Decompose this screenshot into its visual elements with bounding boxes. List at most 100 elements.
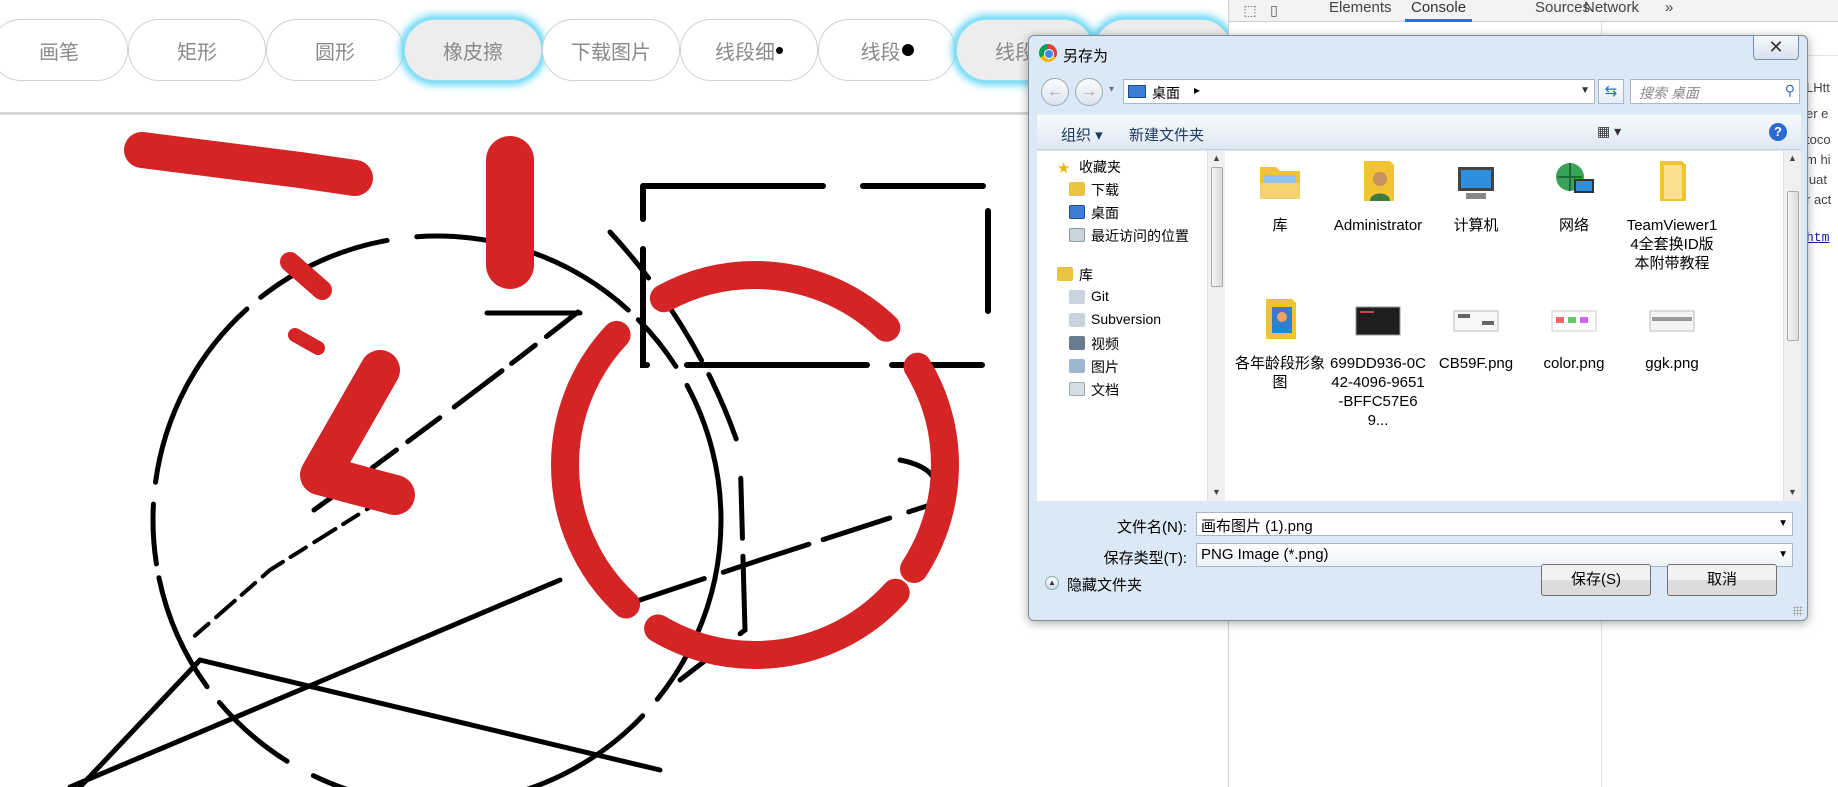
red-circle-stroke bbox=[551, 261, 959, 669]
console-fragment-1: LHtt bbox=[1806, 80, 1830, 95]
cancel-button[interactable]: 取消 bbox=[1667, 564, 1777, 596]
console-fragment-3: toco bbox=[1806, 132, 1831, 147]
tab-sources-label: Sources bbox=[1535, 0, 1591, 16]
filename-dropdown-icon[interactable]: ▼ bbox=[1778, 518, 1788, 529]
file-item-network[interactable]: 网络 bbox=[1525, 157, 1623, 235]
file-item-ggk[interactable]: ggk.png bbox=[1623, 295, 1721, 373]
navigation-scrollbar[interactable]: ▲ ▼ bbox=[1207, 151, 1225, 501]
save-button[interactable]: 保存(S) bbox=[1541, 564, 1651, 596]
file-list-scrollbar[interactable]: ▲ ▼ bbox=[1783, 151, 1801, 501]
video-icon bbox=[1069, 336, 1085, 350]
device-toolbar-icon[interactable]: ▯ bbox=[1265, 2, 1283, 18]
nav-recent-places[interactable]: 最近访问的位置 bbox=[1069, 226, 1189, 246]
address-dropdown-icon[interactable]: ▼ bbox=[1580, 85, 1590, 96]
network-icon bbox=[1556, 163, 1594, 193]
file-item-library[interactable]: 库 bbox=[1231, 157, 1329, 235]
scroll-up-icon[interactable]: ▲ bbox=[1788, 153, 1797, 163]
view-options-icon[interactable]: ▦ ▾ bbox=[1597, 123, 1621, 140]
tool-rectangle-button[interactable]: 矩形 bbox=[128, 19, 266, 81]
filename-label: 文件名(N): bbox=[1117, 519, 1187, 536]
file-item-cb59f[interactable]: CB59F.png bbox=[1427, 295, 1525, 373]
arrow-left-icon: ← bbox=[1047, 83, 1063, 100]
nav-videos-label: 视频 bbox=[1091, 336, 1119, 352]
devtools-tabbar: ⬚ ▯ Elements Console Sources Network » bbox=[1229, 0, 1838, 22]
tab-network-label: Network bbox=[1584, 0, 1640, 16]
forward-button[interactable]: → bbox=[1075, 78, 1103, 106]
organize-menu[interactable]: 组织 ▾ bbox=[1061, 124, 1103, 145]
chrome-logo-icon bbox=[1039, 44, 1057, 62]
tab-console[interactable]: Console bbox=[1405, 0, 1473, 22]
address-bar[interactable]: 桌面 ▸ ▼ bbox=[1123, 79, 1595, 104]
tool-rectangle-label: 矩形 bbox=[177, 41, 217, 64]
tool-circle-button[interactable]: 圆形 bbox=[266, 19, 404, 81]
download-image-button[interactable]: 下载图片 bbox=[542, 19, 680, 81]
breadcrumb-chevron-icon[interactable]: ▸ bbox=[1194, 83, 1200, 97]
more-tabs-button[interactable]: » bbox=[1665, 0, 1673, 22]
nav-downloads[interactable]: 下载 bbox=[1069, 180, 1119, 200]
file-item-age-images[interactable]: 各年龄段形象图 bbox=[1231, 295, 1329, 392]
black-circle-stroke bbox=[150, 233, 724, 787]
black-line-stroke-6 bbox=[77, 657, 203, 787]
refresh-icon: ⇆ bbox=[1604, 83, 1618, 100]
filename-value[interactable]: 画布图片 (1).png bbox=[1201, 515, 1313, 536]
desktop-icon bbox=[1128, 85, 1146, 98]
black-line-stroke-7 bbox=[67, 577, 563, 787]
dialog-bottom-panel: 文件名(N): 画布图片 (1).png ▼ 保存类型(T): PNG Imag… bbox=[1037, 502, 1801, 614]
tab-console-label: Console bbox=[1411, 0, 1467, 16]
hide-folders-toggle[interactable]: 隐藏文件夹 bbox=[1067, 574, 1142, 595]
dialog-command-bar: 组织 ▾ 新建文件夹 ▦ ▾ ? bbox=[1037, 114, 1801, 150]
tab-sources[interactable]: Sources bbox=[1535, 0, 1590, 22]
resize-grip-icon[interactable] bbox=[1793, 606, 1803, 616]
nav-subversion[interactable]: Subversion bbox=[1069, 311, 1161, 327]
nav-pictures[interactable]: 图片 bbox=[1069, 357, 1119, 377]
file-item-699dd936[interactable]: 699DD936-0C42-4096-9651-BFFC57E69... bbox=[1329, 295, 1427, 430]
file-label-cb59f: CB59F.png bbox=[1438, 355, 1514, 372]
filename-input[interactable]: 画布图片 (1).png ▼ bbox=[1196, 512, 1793, 536]
nav-favorites[interactable]: ★ 收藏夹 bbox=[1057, 157, 1121, 177]
inspect-element-icon[interactable]: ⬚ bbox=[1241, 2, 1259, 18]
file-item-teamviewer[interactable]: TeamViewer14全套换ID版本附带教程 bbox=[1623, 157, 1721, 273]
screen: { "toolbar": { "buttons": [ {"label": "画… bbox=[0, 0, 1838, 787]
tool-brush-button[interactable]: 画笔 bbox=[0, 19, 128, 81]
nav-recent-places-label: 最近访问的位置 bbox=[1091, 228, 1189, 244]
download-image-label: 下载图片 bbox=[571, 41, 651, 64]
filetype-dropdown-icon[interactable]: ▼ bbox=[1778, 549, 1788, 560]
nav-git-label: Git bbox=[1091, 288, 1109, 304]
line-thin-button[interactable]: 线段细 bbox=[680, 19, 818, 81]
nav-desktop[interactable]: 桌面 bbox=[1069, 203, 1119, 223]
address-location[interactable]: 桌面 bbox=[1152, 83, 1180, 103]
scroll-down-icon[interactable]: ▼ bbox=[1212, 487, 1221, 497]
nav-documents[interactable]: 文档 bbox=[1069, 380, 1119, 400]
line-medium-button[interactable]: 线段 bbox=[818, 19, 956, 81]
scroll-down-icon[interactable]: ▼ bbox=[1788, 487, 1797, 497]
dialog-close-button[interactable]: ✕ bbox=[1753, 36, 1799, 60]
nav-git[interactable]: Git bbox=[1069, 288, 1109, 304]
scroll-up-icon[interactable]: ▲ bbox=[1212, 153, 1221, 163]
nav-videos[interactable]: 视频 bbox=[1069, 334, 1119, 354]
tool-eraser-button[interactable]: 橡皮擦 bbox=[404, 19, 542, 81]
tab-elements[interactable]: Elements bbox=[1329, 0, 1392, 22]
arrow-right-icon: → bbox=[1081, 83, 1097, 100]
console-source-link[interactable]: htm bbox=[1806, 230, 1829, 245]
nav-libraries-label: 库 bbox=[1079, 267, 1093, 283]
back-button[interactable]: ← bbox=[1041, 78, 1069, 106]
file-item-color[interactable]: color.png bbox=[1525, 295, 1623, 373]
navigation-scroll-thumb[interactable] bbox=[1211, 167, 1223, 287]
download-folder-icon bbox=[1069, 182, 1085, 196]
chevron-up-icon[interactable]: ▲ bbox=[1045, 576, 1059, 590]
file-label-ggk: ggk.png bbox=[1645, 355, 1699, 372]
black-line-stroke-8 bbox=[197, 657, 663, 773]
red-brush-stroke-3 bbox=[300, 350, 415, 515]
nav-downloads-label: 下载 bbox=[1091, 182, 1119, 198]
file-item-administrator[interactable]: Administrator bbox=[1329, 157, 1427, 235]
nav-libraries[interactable]: 库 bbox=[1057, 265, 1093, 285]
help-icon[interactable]: ? bbox=[1769, 123, 1787, 141]
refresh-button[interactable]: ⇆ bbox=[1598, 79, 1624, 104]
file-item-computer[interactable]: 计算机 bbox=[1427, 157, 1525, 235]
file-list-scroll-thumb[interactable] bbox=[1787, 191, 1799, 341]
red-brush-stroke-4 bbox=[280, 252, 332, 300]
recent-pages-caret-icon[interactable]: ▾ bbox=[1109, 84, 1114, 95]
tab-network[interactable]: Network bbox=[1584, 0, 1639, 22]
new-folder-button[interactable]: 新建文件夹 bbox=[1129, 124, 1204, 145]
search-input[interactable]: 搜索 桌面 ⚲ bbox=[1630, 79, 1800, 104]
